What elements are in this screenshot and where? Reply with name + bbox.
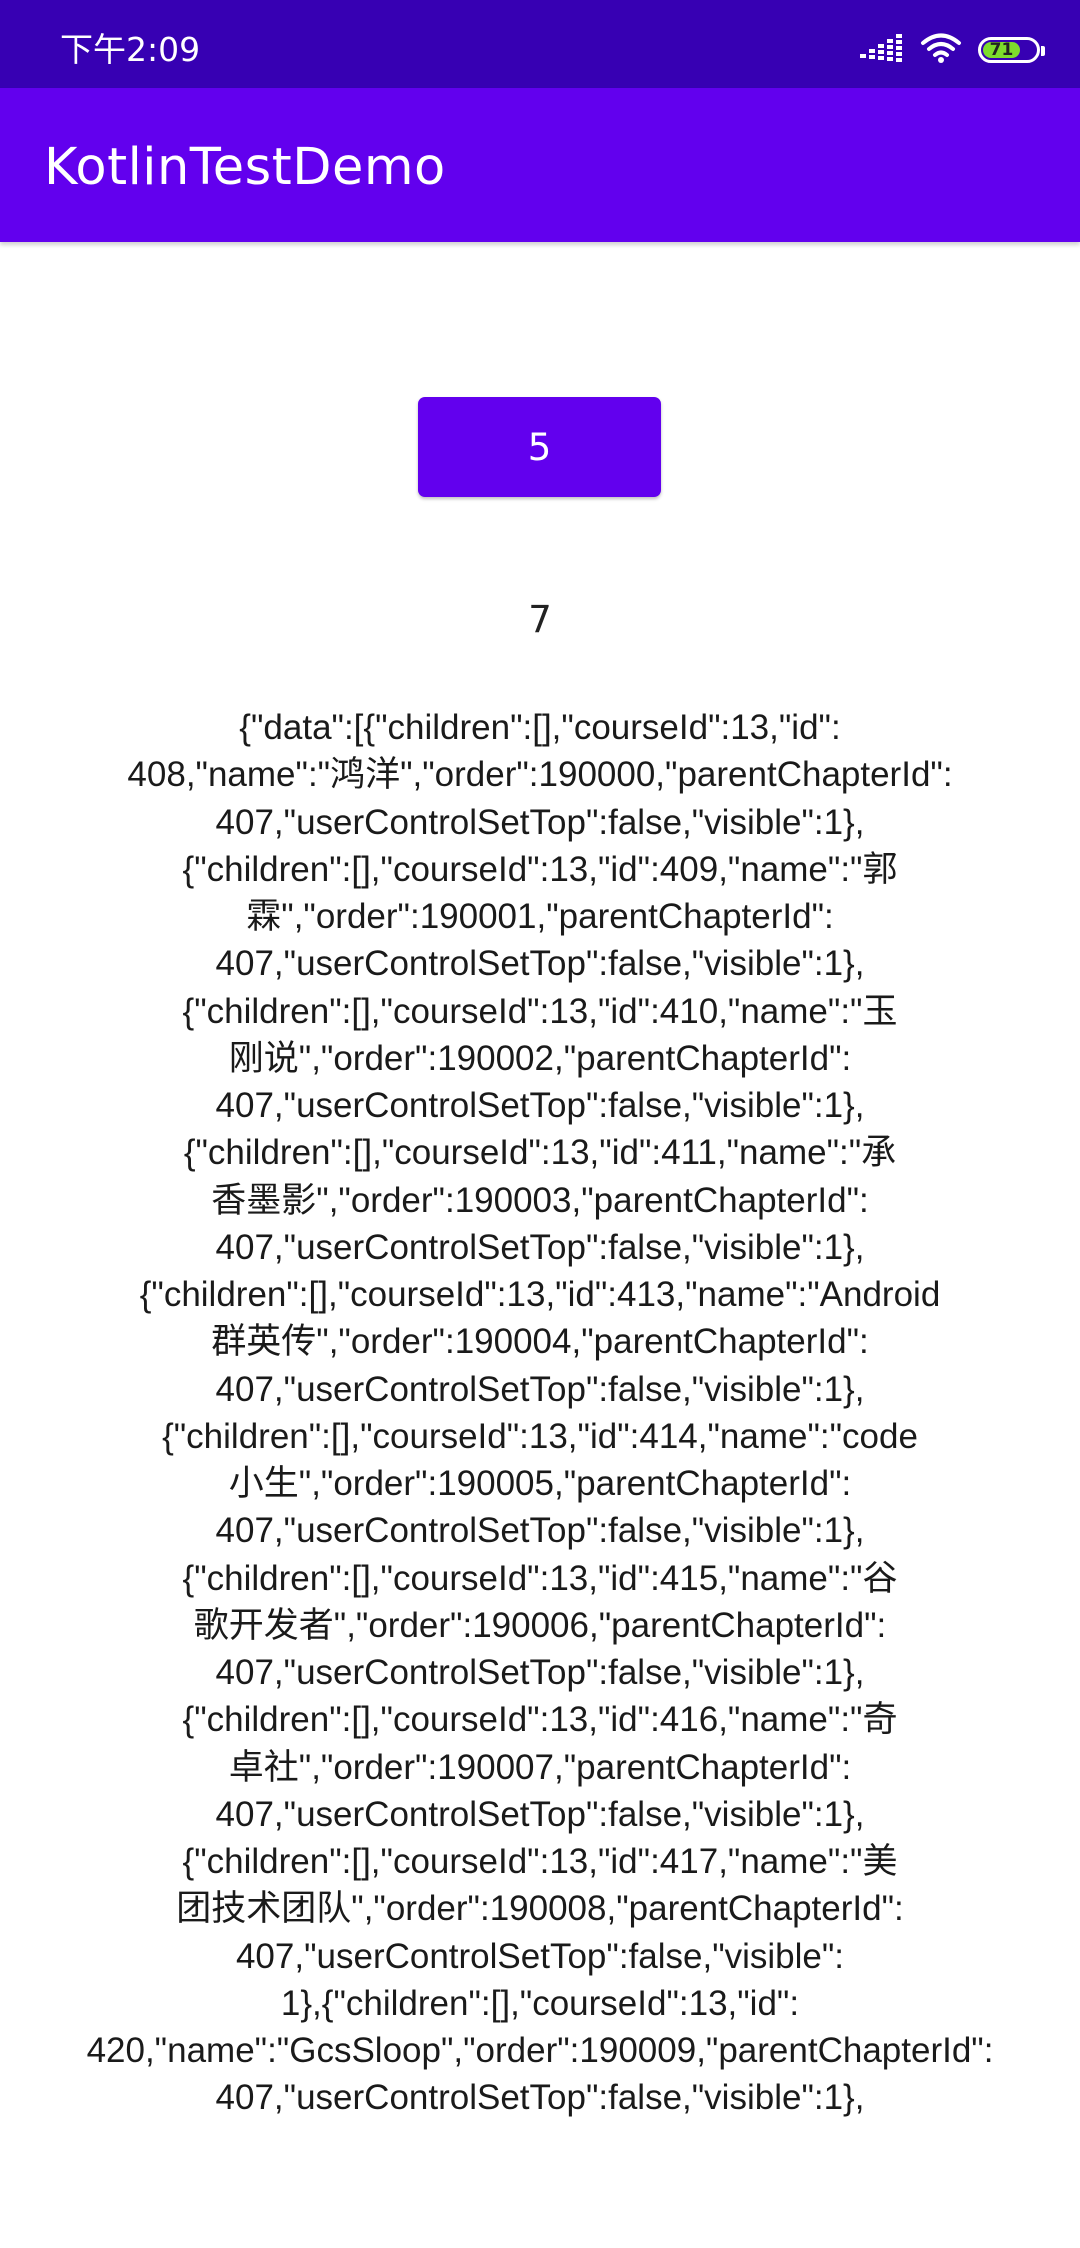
- status-bar: 下午2:09 71: [0, 0, 1080, 88]
- json-line: {"children":[],"courseId":13,"id":413,"n…: [139, 1275, 941, 1314]
- json-line: 小生","order":190005,"parentChapterId":: [228, 1464, 852, 1503]
- app-bar: KotlinTestDemo: [0, 88, 1080, 242]
- json-line: 407,"userControlSetTop":false,"visible":…: [215, 944, 865, 984]
- json-line: 408,"name":"鸿洋","order":190000,"parentCh…: [127, 755, 953, 795]
- json-line: 407,"userControlSetTop":false,"visible":…: [215, 1511, 865, 1551]
- signal-icon: [860, 32, 904, 68]
- json-line: 1},{"children":[],"courseId":13,"id":: [280, 1983, 800, 2023]
- json-line: {"children":[],"courseId":13,"id":409,"n…: [182, 849, 898, 889]
- json-line: {"children":[],"courseId":13,"id":414,"n…: [162, 1416, 918, 1456]
- json-response-text: {"data":[{"children":[],"courseId":13,"i…: [40, 704, 1040, 2122]
- json-line: {"children":[],"courseId":13,"id":410,"n…: [182, 991, 898, 1031]
- app-title: KotlinTestDemo: [44, 138, 446, 197]
- json-line: 407,"userControlSetTop":false,"visible":…: [215, 2078, 865, 2118]
- json-line: 407,"userControlSetTop":false,"visible":…: [215, 1227, 865, 1267]
- json-line: {"children":[],"courseId":13,"id":417,"n…: [182, 1842, 898, 1881]
- status-icons: 71: [860, 30, 1045, 70]
- json-line: 407,"userControlSetTop":false,"visible":…: [215, 1653, 865, 1692]
- json-line: 420,"name":"GcsSloop","order":190009,"pa…: [86, 2031, 994, 2070]
- json-line: {"children":[],"courseId":13,"id":416,"n…: [182, 1700, 898, 1740]
- json-line: 霖","order":190001,"parentChapterId":: [246, 897, 834, 936]
- json-line: 歌开发者","order":190006,"parentChapterId":: [193, 1605, 887, 1645]
- json-line: 407,"userControlSetTop":false,"visible":…: [215, 1086, 865, 1125]
- json-line: 407,"userControlSetTop":false,"visible":…: [215, 1794, 865, 1834]
- json-line: 团技术团队","order":190008,"parentChapterId":: [176, 1889, 904, 1929]
- json-line: 407,"userControlSetTop":false,"visible":…: [215, 1369, 865, 1409]
- json-line: 香墨影","order":190003,"parentChapterId":: [211, 1180, 869, 1220]
- wifi-icon: [920, 32, 962, 68]
- json-line: 刚说","order":190002,"parentChapterId":: [228, 1038, 852, 1078]
- battery-level: 71: [983, 40, 1020, 60]
- json-line: 407,"userControlSetTop":false,"visible":…: [215, 802, 865, 842]
- json-line: 群英传","order":190004,"parentChapterId":: [211, 1322, 869, 1362]
- action-button[interactable]: 5: [418, 397, 661, 497]
- status-time: 下午2:09: [60, 30, 201, 69]
- json-line: 卓社","order":190007,"parentChapterId":: [228, 1747, 852, 1787]
- json-line: {"children":[],"courseId":13,"id":415,"n…: [182, 1558, 898, 1598]
- counter-text: 7: [528, 598, 552, 641]
- json-line: {"data":[{"children":[],"courseId":13,"i…: [239, 708, 841, 747]
- json-line: 407,"userControlSetTop":false,"visible":: [235, 1936, 845, 1976]
- battery-icon: 71: [978, 37, 1045, 63]
- json-line: {"children":[],"courseId":13,"id":411,"n…: [183, 1133, 897, 1173]
